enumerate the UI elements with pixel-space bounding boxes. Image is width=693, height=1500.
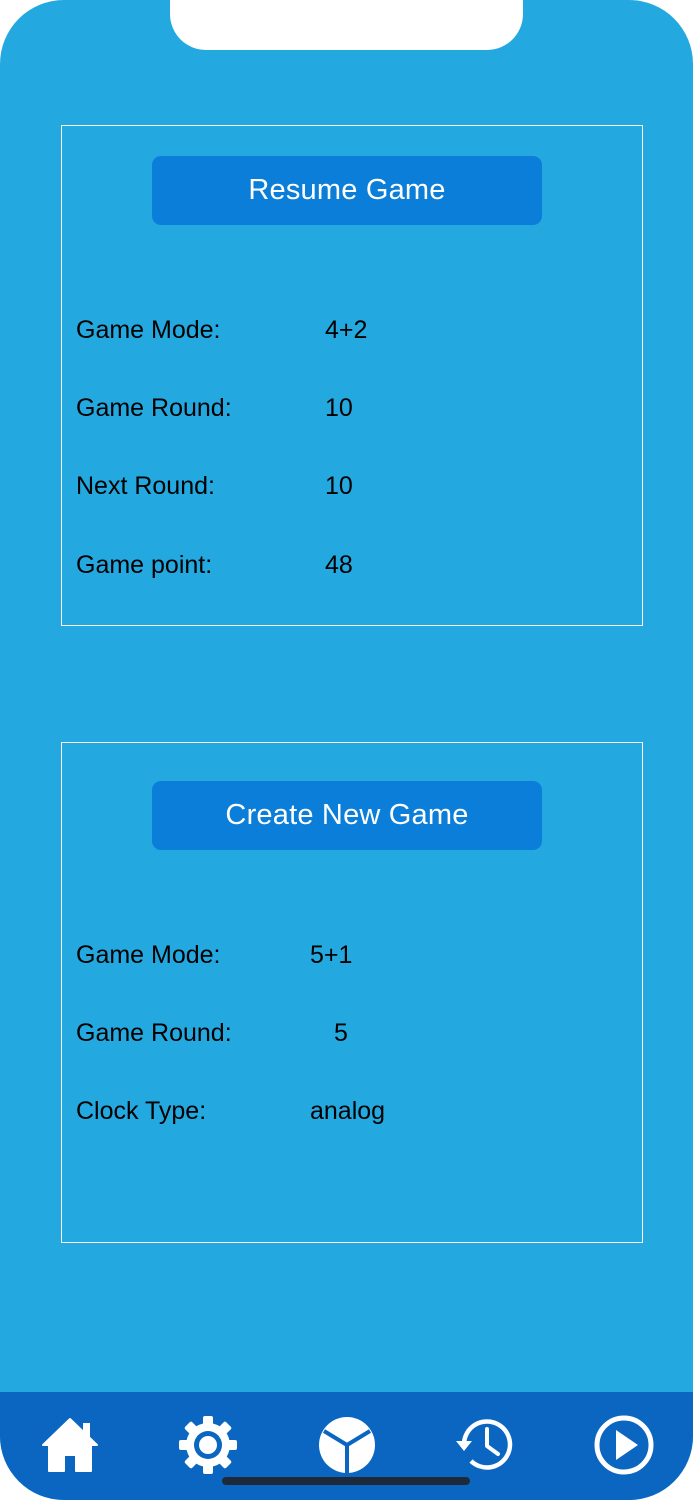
- resume-game-button[interactable]: Resume Game: [152, 156, 542, 225]
- game-mode-label: Game Mode:: [76, 941, 221, 969]
- clock-type-value[interactable]: analog: [310, 1095, 385, 1127]
- history-icon: [456, 1419, 513, 1470]
- tab-statistics[interactable]: [312, 1412, 382, 1478]
- game-round-label: Game Round:: [76, 394, 232, 422]
- game-point-row: Game point: 48: [76, 549, 353, 581]
- create-new-game-button[interactable]: Create New Game: [152, 781, 542, 850]
- game-point-label: Game point:: [76, 551, 213, 579]
- game-mode-row: Game Mode: 4+2: [76, 314, 367, 346]
- clock-type-label: Clock Type:: [76, 1097, 207, 1125]
- new-game-round-row: Game Round: 5: [76, 1017, 348, 1049]
- device-notch: [170, 0, 523, 50]
- tab-history[interactable]: [450, 1412, 520, 1478]
- clock-type-row: Clock Type: analog: [76, 1095, 385, 1127]
- game-point-value: 48: [325, 551, 353, 579]
- home-icon: [42, 1418, 98, 1472]
- tab-home[interactable]: [35, 1412, 105, 1478]
- create-game-panel: Create New Game Game Mode: 5+1 Game Roun…: [61, 742, 643, 1243]
- game-round-row: Game Round: 10: [76, 392, 353, 424]
- new-game-mode-row: Game Mode: 5+1: [76, 939, 352, 971]
- play-icon: [594, 1415, 654, 1475]
- game-round-value: 10: [325, 394, 353, 422]
- tab-settings[interactable]: [173, 1412, 243, 1478]
- game-round-value[interactable]: 5: [334, 1017, 348, 1049]
- pie-icon: [319, 1417, 375, 1473]
- game-mode-value: 4+2: [325, 316, 368, 344]
- next-round-row: Next Round: 10: [76, 470, 353, 502]
- home-indicator[interactable]: [222, 1477, 470, 1485]
- resume-game-panel: Resume Game Game Mode: 4+2 Game Round: 1…: [61, 125, 643, 626]
- tab-play[interactable]: [589, 1412, 659, 1478]
- game-mode-value[interactable]: 5+1: [310, 939, 352, 971]
- game-mode-label: Game Mode:: [76, 316, 221, 344]
- next-round-value: 10: [325, 472, 353, 500]
- next-round-label: Next Round:: [76, 472, 215, 500]
- gear-icon: [179, 1416, 237, 1474]
- game-round-label: Game Round:: [76, 1019, 232, 1047]
- screen: Resume Game Game Mode: 4+2 Game Round: 1…: [0, 0, 693, 1500]
